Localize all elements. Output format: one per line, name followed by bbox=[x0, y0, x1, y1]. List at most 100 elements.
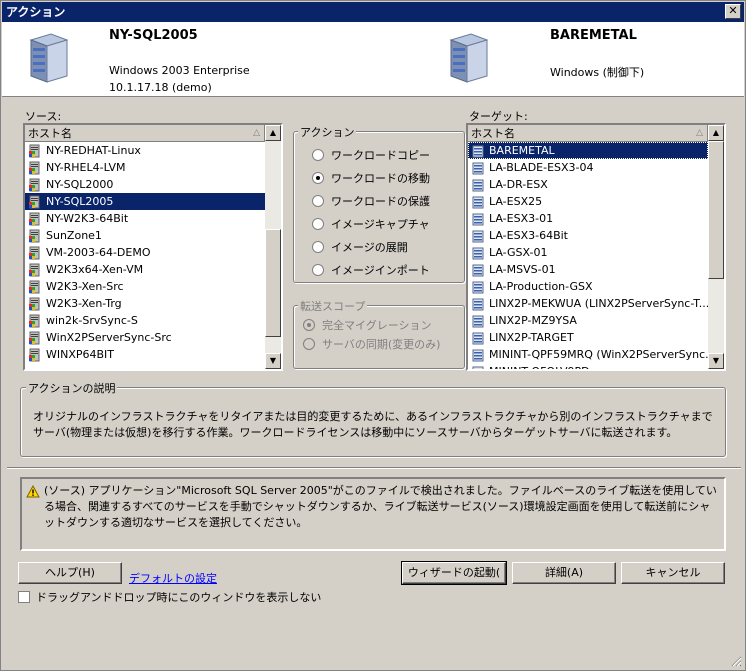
scroll-up-icon[interactable]: ▲ bbox=[265, 125, 281, 141]
target-list-item[interactable]: LA-ESX3-01 bbox=[468, 210, 708, 227]
windows-server-icon bbox=[29, 348, 40, 361]
source-list-item[interactable]: W2K3-Xen-Trg bbox=[25, 295, 265, 312]
cancel-button[interactable]: キャンセル bbox=[621, 562, 725, 584]
source-list-item[interactable]: win2k-SrvSync-S bbox=[25, 312, 265, 329]
source-list-item[interactable]: NY-W2K3-64Bit bbox=[25, 210, 265, 227]
transfer-scope-radio[interactable]: 完全マイグレーション bbox=[303, 317, 432, 333]
server-icon bbox=[472, 349, 484, 361]
windows-server-icon bbox=[29, 331, 40, 344]
defaults-link[interactable]: デフォルトの設定 bbox=[129, 570, 217, 586]
target-list-item[interactable]: LA-BLADE-ESX3-04 bbox=[468, 159, 708, 176]
scroll-thumb[interactable] bbox=[708, 141, 724, 279]
target-list-item[interactable]: BAREMETAL bbox=[468, 142, 708, 159]
start-wizard-button[interactable]: ウィザードの起動( bbox=[401, 561, 507, 585]
target-list-item[interactable]: LA-DR-ESX bbox=[468, 176, 708, 193]
source-scrollbar[interactable]: ▲ ▼ bbox=[265, 125, 281, 369]
action-dialog: アクション ✕ NY-SQL2005 Windows 2003 Enterpri… bbox=[0, 0, 746, 671]
target-list-item[interactable]: LINX2P-TARGET bbox=[468, 329, 708, 346]
action-radio[interactable]: ワークロードの移動 bbox=[312, 170, 430, 186]
target-list-item[interactable]: MININT-OFQLV9PD... bbox=[468, 363, 708, 369]
windows-server-icon bbox=[29, 161, 40, 174]
radio-indicator[interactable] bbox=[312, 241, 324, 253]
details-button[interactable]: 詳細(A) bbox=[512, 562, 616, 584]
target-list-item[interactable]: LINX2P-MZ9YSA bbox=[468, 312, 708, 329]
source-item-label: NY-REDHAT-Linux bbox=[46, 144, 141, 157]
target-list-item[interactable]: MININT-QPF59MRQ (WinX2PServerSync... bbox=[468, 346, 716, 363]
target-list-item[interactable]: LA-ESX3-64Bit bbox=[468, 227, 708, 244]
resize-grip-icon[interactable] bbox=[730, 655, 742, 667]
target-server-os: Windows (制御下) bbox=[550, 66, 645, 79]
source-server-ip: 10.1.17.18 (demo) bbox=[109, 81, 212, 94]
action-radio-label: ワークロードの保護 bbox=[331, 195, 430, 208]
target-list-item[interactable]: LA-ESX25 bbox=[468, 193, 708, 210]
server-icon bbox=[472, 332, 484, 344]
warning-box: (ソース) アプリケーション"Microsoft SQL Server 2005… bbox=[20, 477, 726, 551]
target-list-item[interactable]: LA-Production-GSX bbox=[468, 278, 708, 295]
title-bar[interactable]: アクション ✕ bbox=[2, 2, 744, 22]
divider bbox=[7, 467, 741, 469]
windows-server-icon bbox=[29, 212, 40, 225]
radio-indicator[interactable] bbox=[312, 172, 324, 184]
server-icon bbox=[472, 179, 484, 191]
server-icon bbox=[472, 162, 484, 174]
source-column-label: ホスト名 bbox=[28, 127, 72, 140]
windows-server-icon bbox=[29, 314, 40, 327]
source-item-label: NY-RHEL4-LVM bbox=[46, 161, 126, 174]
target-server-icon bbox=[449, 33, 489, 83]
source-item-label: WINXP64BIT bbox=[46, 348, 115, 361]
source-list-item[interactable]: NY-RHEL4-LVM bbox=[25, 159, 265, 176]
target-list[interactable]: ホスト名 △ BAREMETAL LA-BLADE-ESX3-04 LA-DR-ES… bbox=[466, 123, 726, 371]
source-list-item[interactable]: WinX2PServerSync-Src bbox=[25, 329, 265, 346]
sort-up-icon: △ bbox=[253, 128, 260, 138]
transfer-scope-title: 転送スコープ bbox=[298, 298, 368, 314]
radio-indicator[interactable] bbox=[312, 149, 324, 161]
source-item-label: VM-2003-64-DEMO bbox=[46, 246, 151, 259]
help-button[interactable]: ヘルプ(H) bbox=[18, 562, 122, 584]
source-list-item[interactable]: NY-SQL2005 bbox=[25, 193, 265, 210]
source-list[interactable]: ホスト名 △ NY-REDHAT-Linux NY-RHEL4-LVM NY-SQL… bbox=[23, 123, 283, 371]
scope-radio-label: サーバの同期(変更のみ) bbox=[322, 338, 441, 351]
scroll-down-icon[interactable]: ▼ bbox=[265, 353, 281, 369]
target-item-label: LA-ESX25 bbox=[489, 195, 543, 208]
action-radio[interactable]: イメージインポート bbox=[312, 262, 430, 278]
radio-indicator[interactable] bbox=[303, 319, 315, 331]
server-icon bbox=[472, 281, 484, 293]
scroll-up-icon[interactable]: ▲ bbox=[708, 125, 724, 141]
target-list-item[interactable]: LA-MSVS-01 bbox=[468, 261, 708, 278]
target-list-item[interactable]: LINX2P-MEKWUA (LINX2PServerSync-T... bbox=[468, 295, 709, 312]
window-title: アクション bbox=[6, 5, 66, 19]
windows-server-icon bbox=[29, 229, 40, 242]
action-radio[interactable]: ワークロードコピー bbox=[312, 147, 430, 163]
action-radio[interactable]: ワークロードの保護 bbox=[312, 193, 430, 209]
server-header: NY-SQL2005 Windows 2003 Enterprise 10.1.… bbox=[2, 22, 744, 97]
target-list-item[interactable]: LA-GSX-01 bbox=[468, 244, 708, 261]
source-list-item[interactable]: W2K3-Xen-Src bbox=[25, 278, 265, 295]
source-list-item[interactable]: NY-REDHAT-Linux bbox=[25, 142, 265, 159]
close-button[interactable]: ✕ bbox=[725, 4, 741, 19]
dont-show-checkbox[interactable]: ドラッグアンドドロップ時にこのウィンドウを表示しない bbox=[18, 589, 321, 605]
source-list-item[interactable]: NY-SQL2000 bbox=[25, 176, 265, 193]
windows-server-icon bbox=[29, 263, 40, 276]
source-list-item[interactable]: W2K3x64-Xen-VM bbox=[25, 261, 265, 278]
radio-indicator[interactable] bbox=[303, 338, 315, 350]
scroll-down-icon[interactable]: ▼ bbox=[708, 353, 724, 369]
source-list-item[interactable]: WINXP64BIT bbox=[25, 346, 265, 363]
source-list-item[interactable]: VM-2003-64-DEMO bbox=[25, 244, 265, 261]
action-radio[interactable]: イメージキャプチャ bbox=[312, 216, 430, 232]
scroll-thumb[interactable] bbox=[265, 229, 281, 337]
source-server-icon bbox=[29, 33, 69, 83]
target-scrollbar[interactable]: ▲ ▼ bbox=[708, 125, 724, 369]
action-radio[interactable]: イメージの展開 bbox=[312, 239, 408, 255]
warning-icon bbox=[26, 485, 40, 498]
checkbox-box[interactable] bbox=[18, 591, 30, 603]
windows-server-icon bbox=[29, 280, 40, 293]
transfer-scope-radio[interactable]: サーバの同期(変更のみ) bbox=[303, 336, 440, 352]
target-column-header[interactable]: ホスト名 △ bbox=[468, 125, 708, 142]
server-icon bbox=[472, 213, 484, 225]
target-item-label: LINX2P-MZ9YSA bbox=[489, 314, 577, 327]
radio-indicator[interactable] bbox=[312, 195, 324, 207]
radio-indicator[interactable] bbox=[312, 218, 324, 230]
source-column-header[interactable]: ホスト名 △ bbox=[25, 125, 265, 142]
source-list-item[interactable]: SunZone1 bbox=[25, 227, 265, 244]
radio-indicator[interactable] bbox=[312, 264, 324, 276]
